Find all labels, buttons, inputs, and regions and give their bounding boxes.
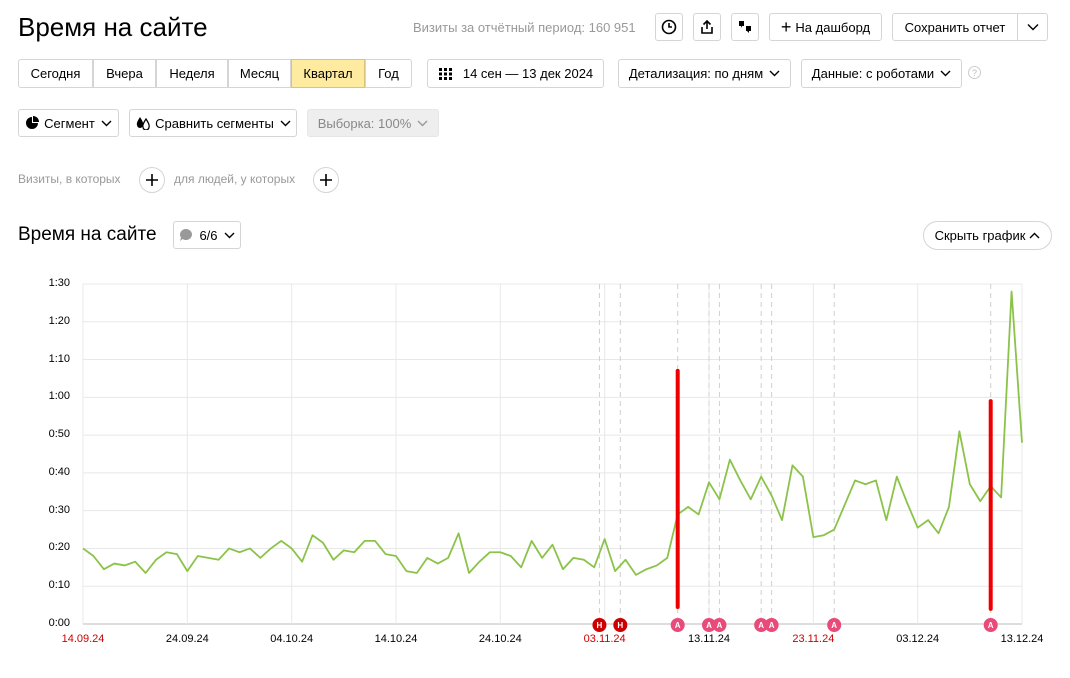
svg-text:А: А — [717, 621, 723, 630]
series-line — [82, 290, 1023, 576]
period-quarter[interactable]: Квартал — [291, 59, 365, 88]
svg-text:А: А — [769, 621, 775, 630]
time-on-site-chart[interactable]: ННААААААА — [0, 0, 1070, 678]
annotation-marker[interactable]: А — [764, 618, 779, 632]
holiday-marker[interactable]: Н — [613, 618, 628, 632]
svg-text:А: А — [706, 621, 712, 630]
annotation-marker[interactable]: А — [983, 618, 998, 632]
svg-text:А: А — [988, 621, 994, 630]
svg-text:А: А — [675, 621, 681, 630]
annotation-marker[interactable]: А — [827, 618, 842, 632]
annotation-marker[interactable]: А — [670, 618, 685, 632]
svg-text:Н: Н — [617, 621, 623, 630]
holiday-marker[interactable]: Н — [592, 618, 607, 632]
svg-text:Н: Н — [597, 621, 603, 630]
svg-text:А: А — [831, 621, 837, 630]
annotation-marker[interactable]: А — [712, 618, 727, 632]
svg-text:А: А — [758, 621, 764, 630]
